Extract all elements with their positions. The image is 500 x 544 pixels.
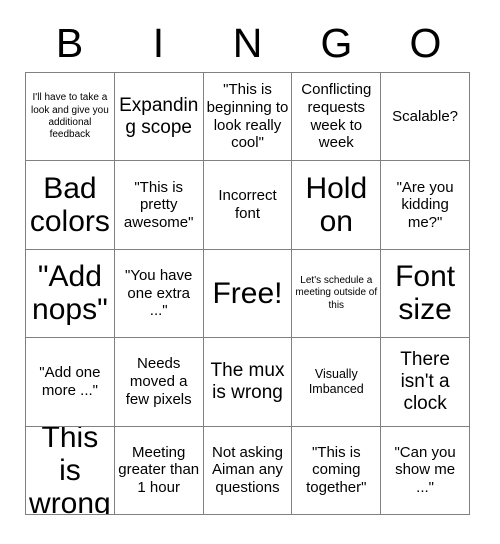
bingo-cell-label: "Add one more ..." xyxy=(39,364,101,399)
bingo-cell-label: Hold on xyxy=(305,172,368,239)
bingo-cell-label: "Are you kidding me?" xyxy=(396,178,454,231)
bingo-cell-label: Incorrect font xyxy=(218,187,277,223)
bingo-cell-label: Scalable? xyxy=(392,107,459,125)
bingo-cell-label: "Add nops" xyxy=(32,260,108,327)
bingo-cell[interactable]: "Add one more ..." xyxy=(26,338,115,427)
bingo-cell-label: There isn't a clock xyxy=(400,349,450,414)
bingo-cell-label: I'll have to take a look and give you ad… xyxy=(30,92,109,140)
bingo-cell-label: Meeting greater than 1 hour xyxy=(118,443,200,497)
bingo-cell[interactable]: I'll have to take a look and give you ad… xyxy=(26,73,115,162)
bingo-cell-label: Free! xyxy=(212,276,283,310)
bingo-cell[interactable]: Hold on xyxy=(292,161,382,250)
bingo-cell-label: This is wrong xyxy=(29,426,111,515)
bingo-cell-label: Needs moved a few pixels xyxy=(125,355,192,408)
bingo-cell[interactable]: "Add nops" xyxy=(26,249,115,339)
bingo-cell-label: The mux is wrong xyxy=(210,360,285,403)
bingo-cell-label: "This is pretty awesome" xyxy=(123,178,194,231)
bingo-cell[interactable]: Needs moved a few pixels xyxy=(114,338,204,427)
bingo-cell[interactable]: "This is coming together" xyxy=(292,426,382,515)
bingo-cell[interactable]: There isn't a clock xyxy=(381,338,470,427)
bingo-cell[interactable]: "Are you kidding me?" xyxy=(381,161,470,250)
bingo-cell[interactable]: Conflicting requests week to week xyxy=(292,73,382,162)
bingo-cell-label: "This is beginning to look really cool" xyxy=(206,81,289,152)
bingo-cell-label: Conflicting requests week to week xyxy=(301,81,372,152)
bingo-cell[interactable]: Let's schedule a meeting outside of this xyxy=(292,249,382,339)
header-letter-g: G xyxy=(320,19,353,66)
bingo-cell[interactable]: Visually Imbanced xyxy=(292,338,382,427)
bingo-card: B I N G O I'll have to take a look and g… xyxy=(0,0,500,544)
bingo-cell[interactable]: Font size xyxy=(381,249,470,339)
bingo-cell-label: "This is coming together" xyxy=(306,443,367,497)
bingo-cell[interactable]: The mux is wrong xyxy=(203,338,293,427)
bingo-cell[interactable]: Scalable? xyxy=(381,73,470,162)
bingo-cell[interactable]: "This is pretty awesome" xyxy=(114,161,204,250)
bingo-cell[interactable]: Meeting greater than 1 hour xyxy=(114,426,204,515)
bingo-cell-label: "Can you show me ..." xyxy=(394,443,456,497)
bingo-cell[interactable]: Free! xyxy=(203,249,293,339)
bingo-cell-label: Not asking Aiman any questions xyxy=(212,443,283,497)
header-letter-i: I xyxy=(152,19,165,66)
header-letter-o: O xyxy=(409,19,442,66)
bingo-cell[interactable]: "You have one extra ..." xyxy=(114,249,204,339)
header-letter-n: N xyxy=(232,19,263,66)
header-letter-b: B xyxy=(55,19,84,66)
bingo-cell-label: Font size xyxy=(395,260,456,327)
bingo-cell[interactable]: Expanding scope xyxy=(114,73,204,162)
bingo-cell[interactable]: This is wrong xyxy=(26,426,115,515)
bingo-cell-label: Let's schedule a meeting outside of this xyxy=(295,275,378,311)
bingo-header-row: B I N G O xyxy=(25,14,470,72)
bingo-cell-label: "You have one extra ..." xyxy=(125,266,193,320)
bingo-cell-label: Bad colors xyxy=(29,172,110,239)
bingo-cell-label: Visually Imbanced xyxy=(308,366,364,396)
bingo-cell[interactable]: Bad colors xyxy=(26,161,115,250)
bingo-grid: I'll have to take a look and give you ad… xyxy=(25,72,470,515)
bingo-cell-label: Expanding scope xyxy=(119,94,199,138)
bingo-cell[interactable]: Incorrect font xyxy=(203,161,293,250)
bingo-cell[interactable]: Not asking Aiman any questions xyxy=(203,426,293,515)
bingo-cell[interactable]: "This is beginning to look really cool" xyxy=(203,73,293,162)
bingo-cell[interactable]: "Can you show me ..." xyxy=(381,426,470,515)
